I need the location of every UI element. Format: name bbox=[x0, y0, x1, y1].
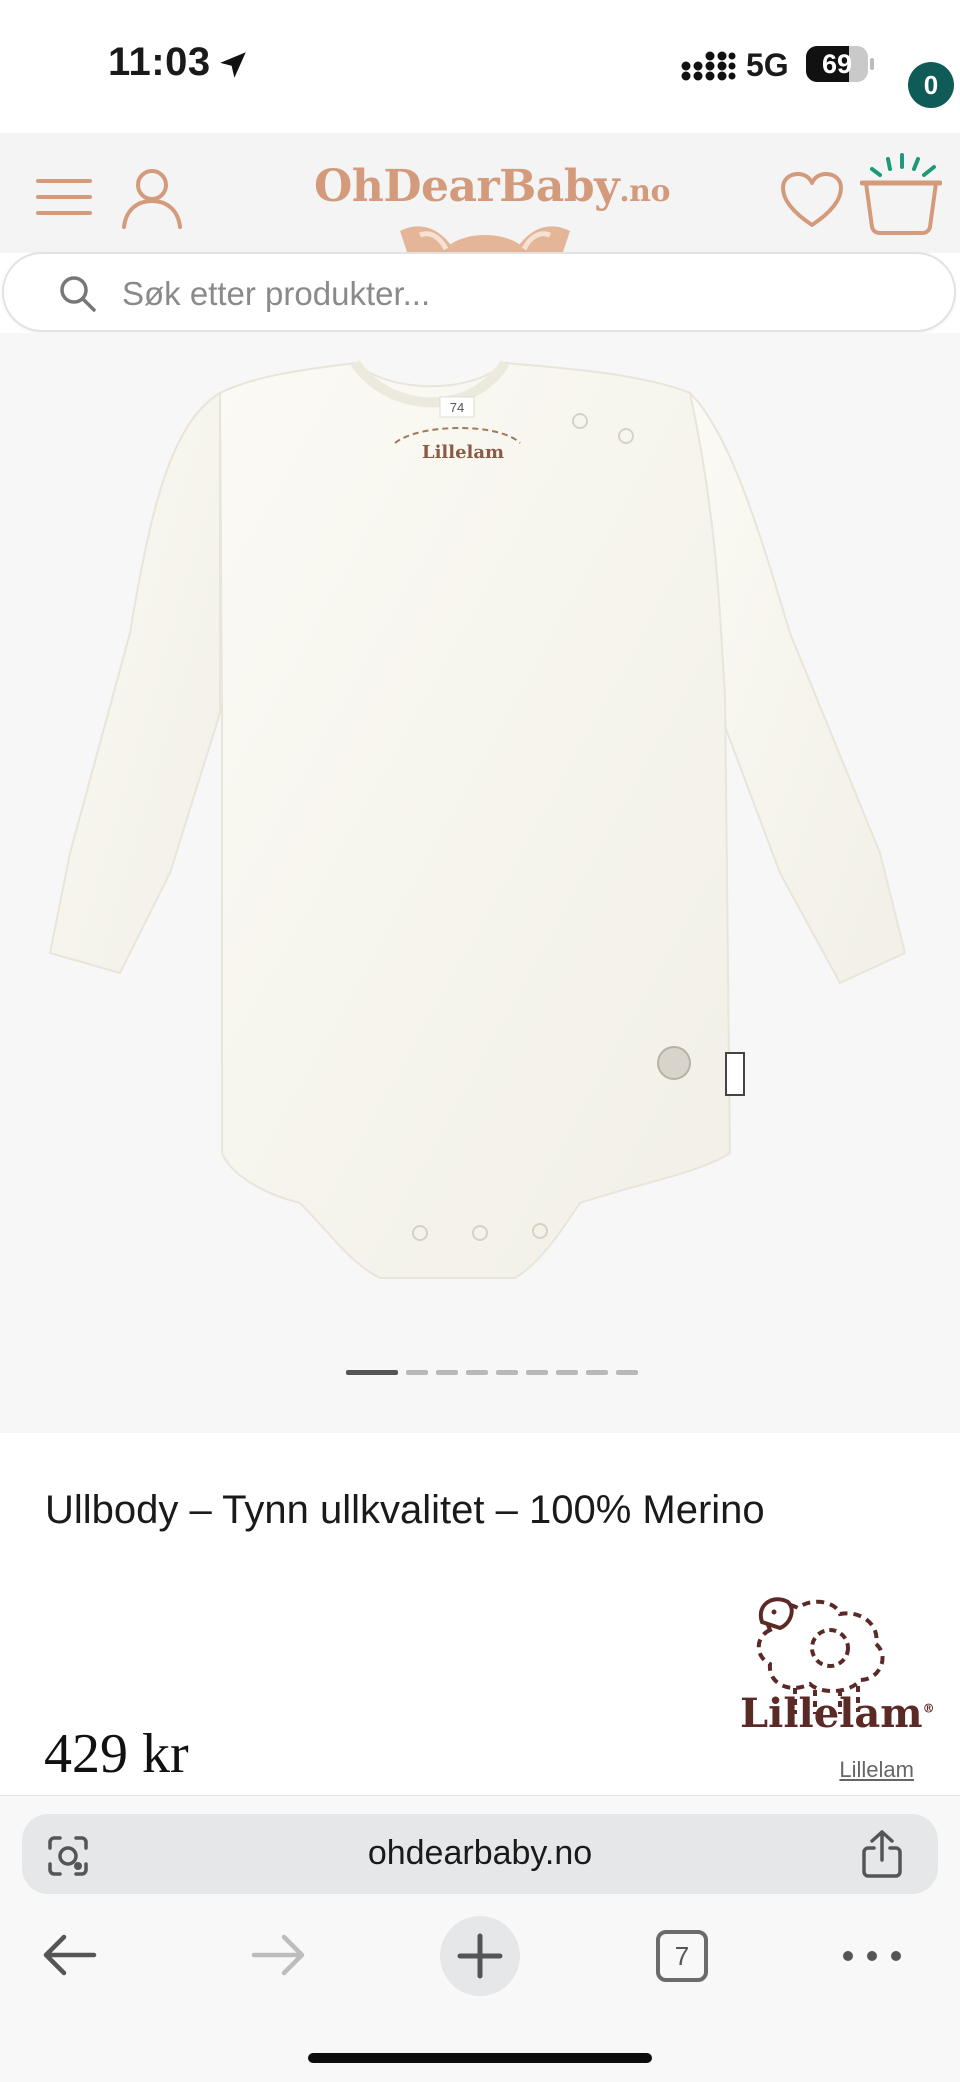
site-logo[interactable]: OhDearBaby.no bbox=[314, 161, 670, 212]
bodysuit-photo: 74 Lillelam bbox=[48, 360, 907, 1279]
back-arrow-icon[interactable] bbox=[40, 1930, 100, 1980]
plus-icon bbox=[457, 1933, 503, 1979]
more-icon[interactable] bbox=[840, 1944, 904, 1968]
image-carousel-dots[interactable] bbox=[346, 1370, 638, 1376]
home-indicator bbox=[308, 2053, 652, 2063]
logo-main-text: OhDearBaby bbox=[314, 161, 620, 212]
heart-icon[interactable] bbox=[780, 171, 844, 229]
brand-name: Lillelam bbox=[740, 1690, 923, 1737]
product-title: Ullbody – Tynn ullkvalitet – 100% Merino bbox=[45, 1488, 765, 1532]
logo-tld-text: .no bbox=[619, 174, 670, 209]
status-time: 11:03 bbox=[108, 40, 211, 84]
user-icon[interactable] bbox=[120, 167, 184, 229]
url-text[interactable]: ohdearbaby.no bbox=[0, 1834, 960, 1873]
signal-dots-icon bbox=[681, 51, 736, 81]
battery-indicator: 69 bbox=[806, 46, 874, 82]
brand-link[interactable]: Lillelam bbox=[839, 1757, 914, 1783]
site-header: OhDearBaby.no bbox=[0, 133, 960, 253]
carousel-dot[interactable] bbox=[406, 1370, 428, 1375]
cart-count-badge[interactable]: 0 bbox=[908, 62, 954, 108]
network-type: 5G bbox=[746, 47, 789, 83]
carousel-dot[interactable] bbox=[586, 1370, 608, 1375]
carousel-dot[interactable] bbox=[496, 1370, 518, 1375]
carousel-dot[interactable] bbox=[466, 1370, 488, 1375]
search-bar[interactable] bbox=[2, 252, 956, 332]
size-tag-label: 74 bbox=[450, 400, 464, 415]
new-tab-button[interactable] bbox=[440, 1916, 520, 1996]
product-image[interactable]: 74 Lillelam bbox=[0, 333, 960, 1433]
carousel-dot[interactable] bbox=[436, 1370, 458, 1375]
brand-wordmark: Lillelam® bbox=[740, 1690, 935, 1737]
location-arrow-icon bbox=[220, 52, 246, 78]
search-input[interactable] bbox=[122, 272, 902, 316]
deer-mascot-icon bbox=[400, 226, 570, 253]
battery-percent: 69 bbox=[821, 49, 853, 79]
carousel-dot[interactable] bbox=[616, 1370, 638, 1375]
forward-arrow-icon[interactable] bbox=[248, 1930, 308, 1980]
neck-brand-print: Lillelam bbox=[422, 442, 504, 463]
share-icon[interactable] bbox=[860, 1828, 904, 1878]
carousel-dot[interactable] bbox=[526, 1370, 548, 1375]
menu-icon[interactable] bbox=[36, 175, 92, 219]
carousel-dot[interactable] bbox=[556, 1370, 578, 1375]
tabs-button[interactable]: 7 bbox=[656, 1930, 708, 1982]
carousel-dot[interactable] bbox=[346, 1370, 398, 1375]
cart-icon[interactable] bbox=[860, 153, 942, 235]
status-bar: 11:03 5G 69 bbox=[0, 0, 960, 133]
search-icon bbox=[60, 276, 96, 312]
product-price: 429 kr bbox=[44, 1723, 189, 1785]
